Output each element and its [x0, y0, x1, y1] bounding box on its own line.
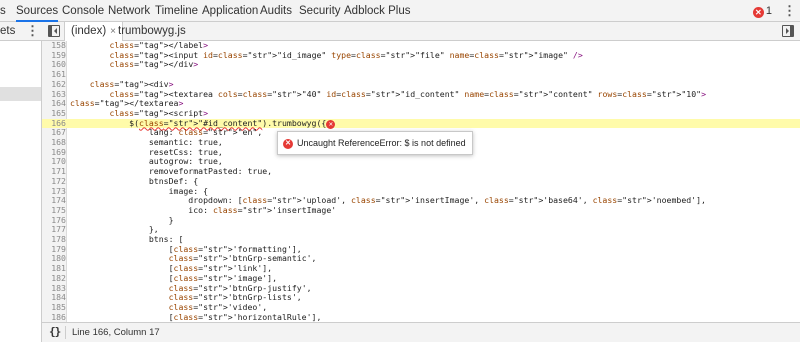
file-tab-trumbowyg[interactable]: trumbowyg.js: [118, 22, 186, 41]
tab-sources[interactable]: Sources: [16, 0, 59, 22]
tab-network[interactable]: Network: [108, 0, 150, 22]
cursor-position: Line 166, Column 17: [72, 327, 160, 338]
tab-application[interactable]: Application: [202, 0, 258, 22]
status-divider: [65, 326, 66, 339]
editor-tab-strip: (index) × trumbowyg.js: [42, 22, 800, 41]
file-tab-label: (index): [71, 25, 107, 37]
close-tab-icon[interactable]: ×: [110, 26, 116, 37]
error-icon: ✕: [752, 7, 764, 18]
sources-navigator: ets ⋮: [0, 22, 42, 342]
tab-elements[interactable]: s: [0, 0, 6, 22]
code-line[interactable]: 160 class="tag"></div>: [42, 60, 800, 70]
code-editor[interactable]: 158 class="tag"></label> 159 class="tag">…: [42, 41, 800, 322]
file-tab-index[interactable]: (index) ×: [64, 22, 123, 41]
error-popover: ✕ Uncaught ReferenceError: $ is not defi…: [277, 131, 473, 155]
tab-audits[interactable]: Audits: [260, 0, 292, 22]
tab-timeline[interactable]: Timeline: [155, 0, 198, 22]
error-count: 1: [765, 5, 772, 17]
toggle-debugger-icon[interactable]: [782, 25, 794, 37]
navigator-selected-item[interactable]: [0, 87, 41, 101]
inline-error-icon[interactable]: ✕: [326, 119, 336, 129]
navigator-more-icon[interactable]: ⋮: [26, 23, 39, 39]
code-text: class="tag"></div>: [109, 59, 199, 70]
status-bar: {} Line 166, Column 17: [42, 322, 800, 342]
toggle-navigator-icon[interactable]: [48, 25, 60, 37]
error-message: Uncaught ReferenceError: $ is not define…: [297, 138, 466, 148]
more-options-icon[interactable]: ⋮: [783, 3, 796, 19]
tab-security[interactable]: Security: [299, 0, 341, 22]
navigator-header: ets ⋮: [0, 22, 42, 41]
error-icon: ✕: [283, 139, 293, 149]
tab-adblock-plus[interactable]: Adblock Plus: [344, 0, 410, 22]
pretty-print-icon[interactable]: {}: [49, 325, 61, 338]
devtools-tab-bar: s Sources Console Network Timeline Appli…: [0, 0, 800, 22]
tab-console[interactable]: Console: [62, 0, 104, 22]
navigator-tab-snippets[interactable]: ets: [0, 22, 15, 41]
error-count-badge[interactable]: ✕ 1: [752, 4, 772, 18]
